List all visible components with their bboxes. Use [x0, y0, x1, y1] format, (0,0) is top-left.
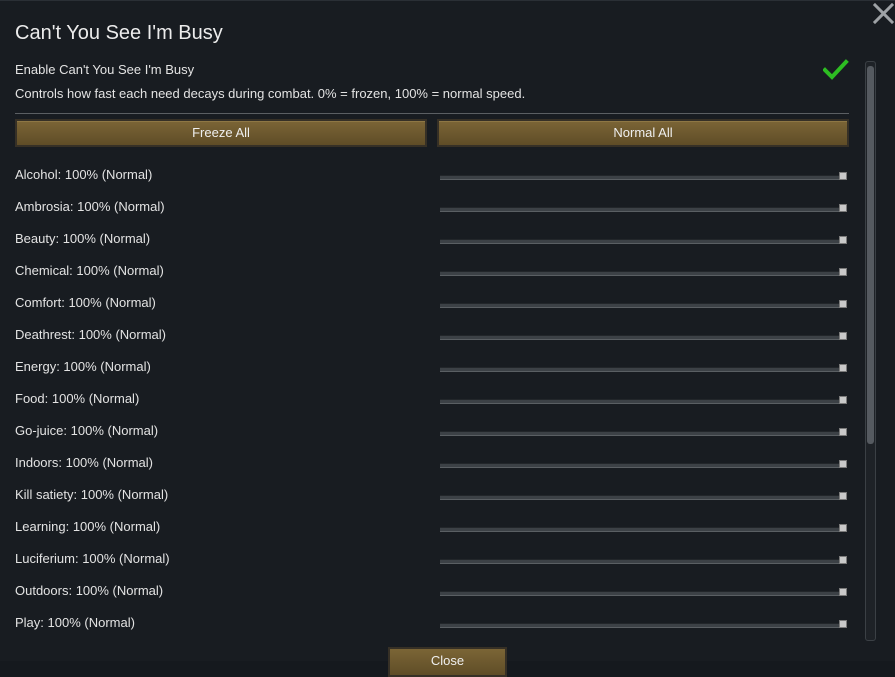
slider-handle[interactable]	[839, 492, 847, 500]
need-row: Go-juice: 100% (Normal)	[0, 417, 860, 449]
slider-track	[440, 271, 842, 276]
dialog-title: Can't You See I'm Busy	[15, 22, 223, 44]
need-label: Luciferium: 100% (Normal)	[15, 551, 170, 566]
need-row: Outdoors: 100% (Normal)	[0, 577, 860, 609]
need-slider[interactable]	[438, 359, 848, 377]
need-row: Learning: 100% (Normal)	[0, 513, 860, 545]
need-row: Kill satiety: 100% (Normal)	[0, 481, 860, 513]
need-row: Chemical: 100% (Normal)	[0, 257, 860, 289]
need-slider[interactable]	[438, 167, 848, 185]
need-slider[interactable]	[438, 327, 848, 345]
slider-track	[440, 367, 842, 372]
slider-track	[440, 175, 842, 180]
slider-handle[interactable]	[839, 556, 847, 564]
need-label: Deathrest: 100% (Normal)	[15, 327, 166, 342]
need-slider[interactable]	[438, 519, 848, 537]
need-slider[interactable]	[438, 295, 848, 313]
close-button[interactable]: Close	[388, 647, 507, 677]
need-label: Kill satiety: 100% (Normal)	[15, 487, 169, 502]
enable-label: Enable Can't You See I'm Busy	[15, 62, 195, 77]
need-row: Food: 100% (Normal)	[0, 385, 860, 417]
need-label: Outdoors: 100% (Normal)	[15, 583, 164, 598]
need-slider[interactable]	[438, 487, 848, 505]
need-row: Play: 100% (Normal)	[0, 609, 860, 641]
slider-handle[interactable]	[839, 620, 847, 628]
need-row: Alcohol: 100% (Normal)	[0, 161, 860, 193]
need-slider[interactable]	[438, 263, 848, 281]
need-label: Indoors: 100% (Normal)	[15, 455, 153, 470]
slider-track	[440, 431, 842, 436]
normal-all-button[interactable]: Normal All	[437, 119, 849, 147]
need-label: Comfort: 100% (Normal)	[15, 295, 156, 310]
need-row: Beauty: 100% (Normal)	[0, 225, 860, 257]
slider-track	[440, 303, 842, 308]
need-row: Deathrest: 100% (Normal)	[0, 321, 860, 353]
slider-track	[440, 463, 842, 468]
freeze-all-button[interactable]: Freeze All	[15, 119, 427, 147]
need-slider[interactable]	[438, 583, 848, 601]
divider	[15, 113, 849, 114]
slider-track	[440, 559, 842, 564]
slider-track	[440, 239, 842, 244]
need-label: Beauty: 100% (Normal)	[15, 231, 151, 246]
slider-handle[interactable]	[839, 460, 847, 468]
slider-handle[interactable]	[839, 332, 847, 340]
slider-handle[interactable]	[839, 204, 847, 212]
description-text: Controls how fast each need decays durin…	[15, 86, 526, 101]
slider-handle[interactable]	[839, 236, 847, 244]
slider-handle[interactable]	[839, 364, 847, 372]
need-label: Learning: 100% (Normal)	[15, 519, 161, 534]
scrollbar-thumb[interactable]	[867, 66, 874, 444]
need-label: Energy: 100% (Normal)	[15, 359, 151, 374]
scrollbar[interactable]	[865, 61, 876, 641]
need-row: Indoors: 100% (Normal)	[0, 449, 860, 481]
slider-handle[interactable]	[839, 396, 847, 404]
slider-handle[interactable]	[839, 524, 847, 532]
slider-track	[440, 399, 842, 404]
need-label: Food: 100% (Normal)	[15, 391, 140, 406]
need-label: Go-juice: 100% (Normal)	[15, 423, 159, 438]
checkmark-icon[interactable]	[822, 58, 849, 82]
slider-handle[interactable]	[839, 172, 847, 180]
slider-track	[440, 527, 842, 532]
slider-track	[440, 591, 842, 596]
mod-settings-dialog: Can't You See I'm Busy Enable Can't You …	[0, 0, 895, 677]
need-label: Ambrosia: 100% (Normal)	[15, 199, 165, 214]
slider-handle[interactable]	[839, 300, 847, 308]
slider-track	[440, 207, 842, 212]
slider-handle[interactable]	[839, 428, 847, 436]
need-slider[interactable]	[438, 615, 848, 633]
need-slider[interactable]	[438, 199, 848, 217]
enable-toggle-row[interactable]: Enable Can't You See I'm Busy	[15, 58, 850, 83]
need-label: Play: 100% (Normal)	[15, 615, 135, 630]
need-slider[interactable]	[438, 551, 848, 569]
need-slider[interactable]	[438, 455, 848, 473]
slider-track	[440, 623, 842, 628]
need-slider[interactable]	[438, 423, 848, 441]
close-icon[interactable]	[872, 2, 895, 25]
need-row: Energy: 100% (Normal)	[0, 353, 860, 385]
slider-handle[interactable]	[839, 268, 847, 276]
need-row: Ambrosia: 100% (Normal)	[0, 193, 860, 225]
need-label: Chemical: 100% (Normal)	[15, 263, 164, 278]
need-slider[interactable]	[438, 391, 848, 409]
need-row: Comfort: 100% (Normal)	[0, 289, 860, 321]
slider-track	[440, 335, 842, 340]
need-row: Luciferium: 100% (Normal)	[0, 545, 860, 577]
slider-handle[interactable]	[839, 588, 847, 596]
need-label: Alcohol: 100% (Normal)	[15, 167, 153, 182]
need-slider[interactable]	[438, 231, 848, 249]
slider-track	[440, 495, 842, 500]
